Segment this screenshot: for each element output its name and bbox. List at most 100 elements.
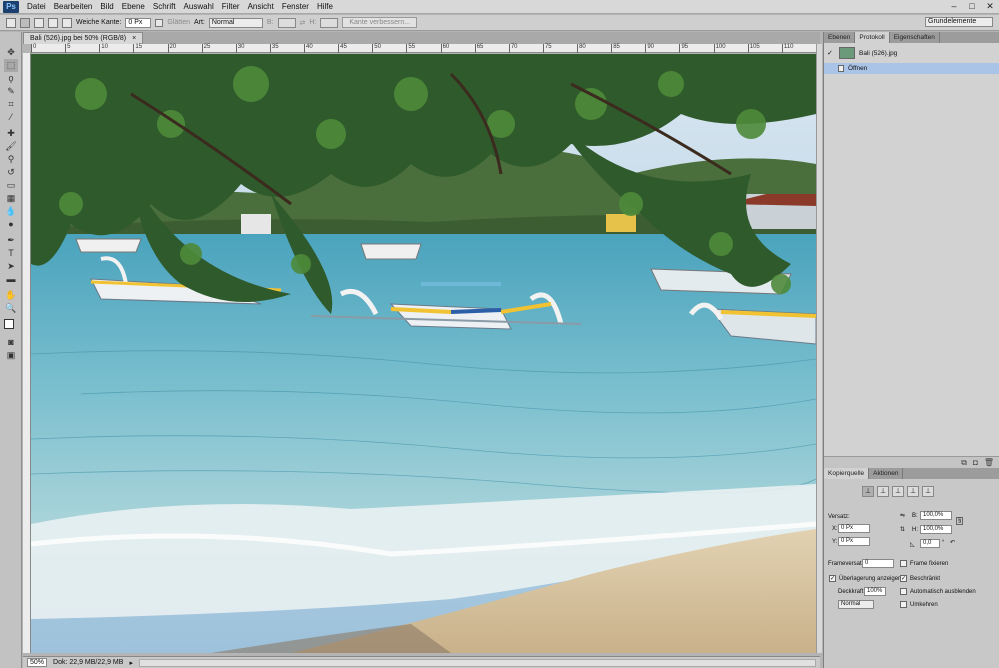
eraser-tool-icon[interactable]: ▭ bbox=[4, 179, 18, 192]
lasso-tool-icon[interactable]: ϙ bbox=[4, 72, 18, 85]
clone-stamp-tool-icon[interactable]: ⚲ bbox=[4, 153, 18, 166]
auto-hide-checkbox[interactable] bbox=[900, 588, 907, 595]
eyedropper-tool-icon[interactable]: ⁄ bbox=[4, 111, 18, 124]
frame-offset-input[interactable]: 0 bbox=[862, 559, 894, 568]
link-scale-icon[interactable]: § bbox=[956, 517, 964, 525]
foreground-color-swatch[interactable] bbox=[4, 319, 14, 329]
right-panel-dock: Ebenen Protokoll Eigenschaften ✓ Bali (5… bbox=[823, 32, 999, 668]
crop-tool-icon[interactable]: ⌗ bbox=[4, 98, 18, 111]
scale-h-input[interactable]: 100,0% bbox=[920, 525, 952, 534]
menu-datei[interactable]: Datei bbox=[23, 0, 50, 14]
style-select[interactable]: Normal bbox=[208, 17, 263, 28]
blur-tool-icon[interactable]: 💧 bbox=[4, 205, 18, 218]
refine-edge-button[interactable]: Kante verbessern... bbox=[342, 17, 418, 28]
image-canvas[interactable] bbox=[31, 54, 816, 653]
marquee-preset-icon[interactable] bbox=[6, 17, 16, 28]
tab-aktionen[interactable]: Aktionen bbox=[869, 468, 904, 479]
swap-icon[interactable]: ⇄ bbox=[300, 19, 306, 27]
snapshot-brush-icon[interactable]: ✓ bbox=[827, 49, 835, 57]
gradient-tool-icon[interactable]: ▦ bbox=[4, 192, 18, 205]
history-step[interactable]: Öffnen bbox=[824, 63, 999, 74]
tab-ebenen[interactable]: Ebenen bbox=[824, 32, 856, 43]
offset-y-input[interactable]: 0 Px bbox=[838, 537, 870, 546]
ruler-tick: 85 bbox=[611, 44, 620, 53]
menu-ebene[interactable]: Ebene bbox=[118, 0, 149, 14]
clone-source-3-icon[interactable]: ⊥ bbox=[892, 486, 904, 497]
zoom-level-input[interactable]: 50% bbox=[27, 658, 48, 667]
history-snapshot[interactable]: ✓ Bali (526).jpg bbox=[824, 45, 999, 61]
horizontal-scrollbar[interactable] bbox=[138, 658, 816, 667]
feather-input[interactable]: 0 Px bbox=[125, 17, 152, 28]
show-overlay-label: Überlagerung anzeigen bbox=[839, 576, 902, 582]
vertical-scrollbar[interactable] bbox=[816, 44, 822, 653]
document-size-info[interactable]: Dok: 22,9 MB/22,9 MB bbox=[53, 659, 123, 666]
menu-bild[interactable]: Bild bbox=[96, 0, 117, 14]
ruler-tick: 105 bbox=[747, 44, 760, 53]
hand-tool-icon[interactable]: ✋ bbox=[4, 289, 18, 302]
menu-bearbeiten[interactable]: Bearbeiten bbox=[50, 0, 97, 14]
camera-icon[interactable]: ◘ bbox=[973, 458, 978, 467]
menu-schrift[interactable]: Schrift bbox=[149, 0, 180, 14]
add-selection-icon[interactable] bbox=[34, 17, 44, 28]
reset-transform-icon[interactable]: ↶ bbox=[950, 539, 955, 546]
tab-eigenschaften[interactable]: Eigenschaften bbox=[890, 32, 940, 43]
scale-w-input[interactable]: 100,0% bbox=[920, 511, 952, 520]
brush-tool-icon[interactable]: 🖌 bbox=[4, 140, 18, 153]
menu-ansicht[interactable]: Ansicht bbox=[244, 0, 278, 14]
menu-auswahl[interactable]: Auswahl bbox=[180, 0, 218, 14]
antialias-checkbox[interactable] bbox=[155, 18, 164, 27]
flip-horizontal-icon[interactable]: ⇋ bbox=[900, 512, 905, 519]
menu-fenster[interactable]: Fenster bbox=[278, 0, 313, 14]
clone-source-1-icon[interactable]: ⊥ bbox=[862, 486, 874, 497]
ruler-tick: 45 bbox=[338, 44, 347, 53]
pen-tool-icon[interactable]: ✒ bbox=[4, 234, 18, 247]
blend-mode-select[interactable]: Normal bbox=[838, 600, 874, 609]
status-arrow-icon[interactable]: ▸ bbox=[129, 659, 133, 667]
workspace-select[interactable]: Grundelemente bbox=[925, 17, 993, 27]
menu-hilfe[interactable]: Hilfe bbox=[313, 0, 337, 14]
clone-source-4-icon[interactable]: ⊥ bbox=[907, 486, 919, 497]
opacity-input[interactable]: 100% bbox=[864, 587, 886, 596]
trash-icon[interactable]: 🗑 bbox=[984, 458, 994, 467]
clone-source-2-icon[interactable]: ⊥ bbox=[877, 486, 889, 497]
document-tab-close-icon[interactable]: × bbox=[132, 33, 136, 44]
menu-filter[interactable]: Filter bbox=[218, 0, 244, 14]
dodge-tool-icon[interactable]: ● bbox=[4, 218, 18, 231]
tab-protokoll[interactable]: Protokoll bbox=[855, 32, 890, 43]
auto-hide-label: Automatisch ausblenden bbox=[910, 589, 976, 595]
minimize-button[interactable]: – bbox=[945, 0, 963, 13]
offset-x-input[interactable]: 0 Px bbox=[838, 524, 870, 533]
show-overlay-checkbox[interactable]: ✓ bbox=[829, 575, 836, 582]
intersect-selection-icon[interactable] bbox=[62, 17, 72, 28]
tab-kopierquelle[interactable]: Kopierquelle bbox=[824, 468, 870, 479]
close-button[interactable]: ✕ bbox=[981, 0, 999, 13]
flip-vertical-icon[interactable]: ⇅ bbox=[900, 526, 905, 533]
screen-mode-icon[interactable]: ▣ bbox=[4, 349, 18, 362]
move-tool-icon[interactable]: ✥ bbox=[4, 46, 18, 59]
history-brush-tool-icon[interactable]: ↺ bbox=[4, 166, 18, 179]
maximize-button[interactable]: □ bbox=[963, 0, 981, 13]
lock-frame-checkbox[interactable] bbox=[900, 560, 907, 567]
clipped-label: Beschränkt bbox=[910, 576, 941, 582]
marquee-tool-icon[interactable]: ⬚ bbox=[4, 59, 18, 72]
angle-input[interactable]: 0,0 bbox=[920, 539, 940, 548]
subtract-selection-icon[interactable] bbox=[48, 17, 58, 28]
clipped-checkbox[interactable]: ✓ bbox=[900, 575, 907, 582]
invert-checkbox[interactable] bbox=[900, 601, 907, 608]
width-input[interactable] bbox=[277, 17, 296, 28]
zoom-tool-icon[interactable]: 🔍 bbox=[4, 302, 18, 315]
quick-select-tool-icon[interactable]: ✎ bbox=[4, 85, 18, 98]
new-document-from-state-icon[interactable]: ⧉ bbox=[961, 458, 967, 468]
healing-brush-tool-icon[interactable]: ✚ bbox=[4, 127, 18, 140]
height-input[interactable] bbox=[320, 17, 339, 28]
shape-tool-icon[interactable]: ▬ bbox=[4, 273, 18, 286]
opacity-label: Deckkraft: bbox=[838, 589, 866, 595]
clone-source-5-icon[interactable]: ⊥ bbox=[922, 486, 934, 497]
document-tab[interactable]: Bali (526).jpg bei 50% (RGB/8) × bbox=[23, 32, 144, 44]
quick-mask-icon[interactable]: ◙ bbox=[4, 336, 18, 349]
type-tool-icon[interactable]: T bbox=[4, 247, 18, 260]
new-selection-icon[interactable] bbox=[20, 17, 30, 28]
path-select-tool-icon[interactable]: ➤ bbox=[4, 260, 18, 273]
lock-frame-label: Frame fixieren bbox=[910, 561, 949, 567]
ruler-tick: 25 bbox=[201, 44, 210, 53]
